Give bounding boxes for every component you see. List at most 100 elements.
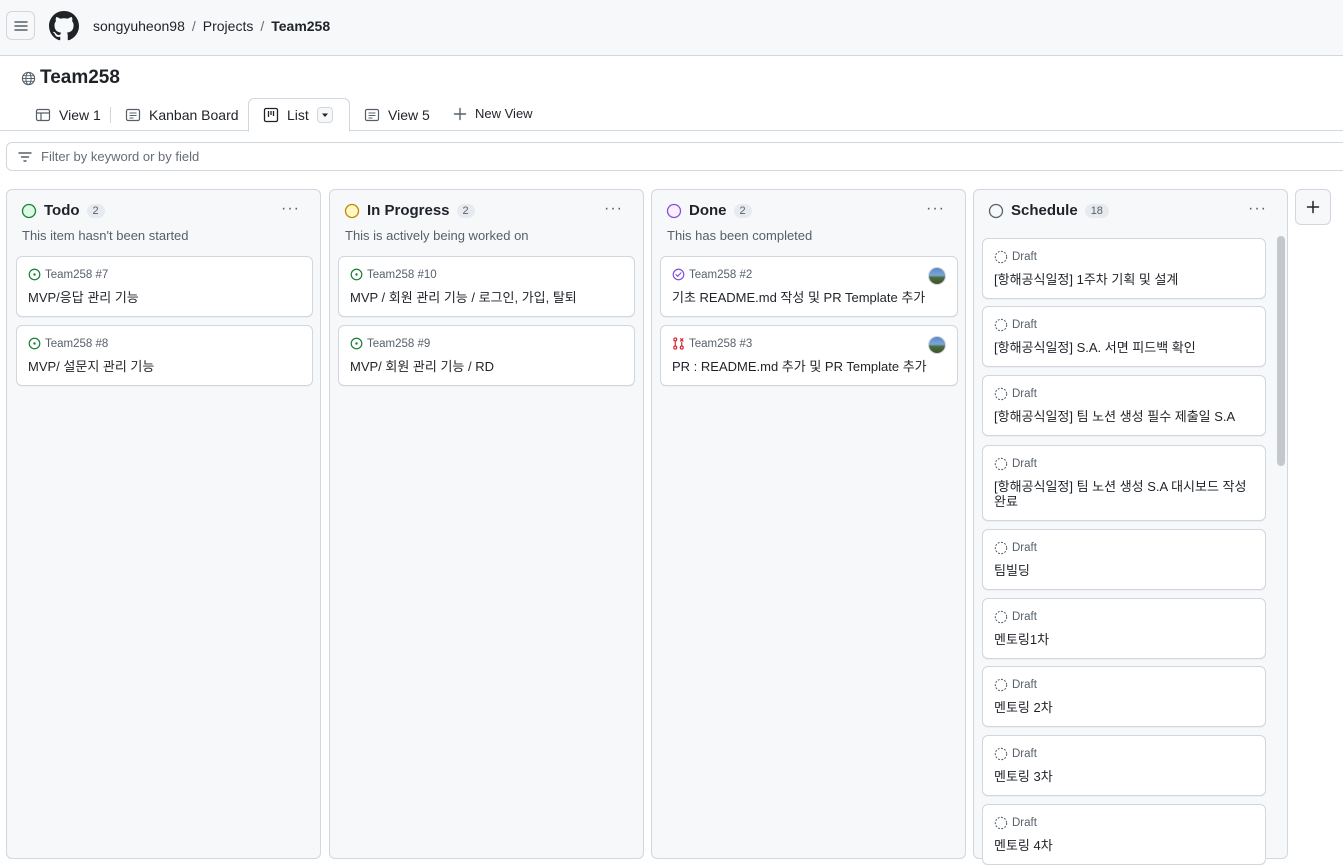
hamburger-menu-button[interactable] (6, 11, 35, 40)
draft-issue-icon (994, 250, 1008, 264)
plus-icon (453, 107, 467, 120)
card-ref: Draft (1012, 388, 1037, 400)
card-title[interactable]: MVP/ 설문지 관리 기능 (28, 359, 294, 374)
draft-card[interactable]: Draft [항해공식일정] 팀 노션 생성 필수 제출일 S.A (982, 375, 1266, 436)
card-title[interactable]: 멘토링 2차 (994, 700, 1247, 715)
card-meta: Draft (994, 318, 1037, 332)
draft-card[interactable]: Draft 멘토링1차 (982, 598, 1266, 659)
draft-issue-icon (994, 387, 1008, 401)
card-meta: Team258 #7 (28, 268, 108, 281)
hamburger-icon (13, 20, 28, 31)
draft-issue-icon (994, 678, 1008, 692)
column-options-button[interactable]: ··· (926, 200, 945, 218)
column-options-button[interactable]: ··· (281, 200, 300, 218)
card-title[interactable]: 기초 README.md 작성 및 PR Template 추가 (672, 290, 939, 305)
board-icon (364, 108, 380, 121)
card-title[interactable]: 멘토링 3차 (994, 769, 1247, 784)
open-issue-icon (28, 268, 41, 281)
column-description: This item hasn't been started (22, 228, 189, 243)
avatar[interactable] (928, 336, 946, 354)
column-options-button[interactable]: ··· (604, 200, 623, 218)
triangle-down-icon (321, 113, 328, 117)
issue-card[interactable]: Team258 #7 MVP/응답 관리 기능 (16, 256, 313, 317)
column-count: 2 (733, 203, 752, 218)
draft-card[interactable]: Draft 멘토링 4차 (982, 804, 1266, 865)
column-scrollbar[interactable] (1277, 236, 1285, 466)
avatar[interactable] (928, 267, 946, 285)
card-ref: Draft (1012, 611, 1037, 623)
top-header: songyuheon98 / Projects / Team258 (0, 0, 1343, 56)
open-issue-icon (350, 268, 363, 281)
breadcrumb-separator: / (260, 18, 265, 34)
card-title[interactable]: [항해공식일정] 팀 노션 생성 S.A 대시보드 작성 완료 (994, 479, 1247, 509)
column-name: Schedule (1011, 202, 1078, 219)
status-circle-icon (344, 203, 360, 218)
card-title[interactable]: [항해공식일정] S.A. 서면 피드백 확인 (994, 340, 1247, 355)
new-view-button[interactable]: New View (453, 97, 533, 130)
column-description: This is actively being worked on (345, 228, 529, 243)
card-title[interactable]: MVP/응답 관리 기능 (28, 290, 294, 305)
draft-card[interactable]: Draft 멘토링 2차 (982, 666, 1266, 727)
card-meta: Team258 #10 (350, 268, 437, 281)
card-title[interactable]: 멘토링1차 (994, 632, 1247, 647)
column-header: Todo 2 (21, 202, 105, 219)
draft-card[interactable]: Draft [항해공식일정] S.A. 서면 피드백 확인 (982, 306, 1266, 367)
breadcrumb-owner[interactable]: songyuheon98 (93, 18, 185, 34)
card-meta: Draft (994, 816, 1037, 830)
status-circle-icon (666, 203, 682, 218)
pull-request-closed-icon (673, 337, 684, 350)
card-meta: Team258 #2 (672, 268, 752, 281)
draft-card[interactable]: Draft 멘토링 3차 (982, 735, 1266, 796)
issue-card[interactable]: Team258 #2 기초 README.md 작성 및 PR Template… (660, 256, 958, 317)
card-title[interactable]: MVP / 회원 관리 기능 / 로그인, 가입, 탈퇴 (350, 290, 616, 305)
tab-view-5[interactable]: View 5 (364, 98, 430, 131)
status-circle-icon (21, 203, 37, 218)
table-icon (35, 108, 51, 121)
card-title[interactable]: PR : README.md 추가 및 PR Template 추가 (672, 359, 939, 374)
issue-card[interactable]: Team258 #9 MVP/ 회원 관리 기능 / RD (338, 325, 635, 386)
view-options-dropdown[interactable] (316, 107, 333, 123)
card-meta: Team258 #8 (28, 337, 108, 350)
draft-card[interactable]: Draft [항해공식일정] 팀 노션 생성 S.A 대시보드 작성 완료 (982, 445, 1266, 521)
breadcrumb-project[interactable]: Team258 (271, 18, 330, 34)
card-title[interactable]: 멘토링 4차 (994, 838, 1247, 853)
card-title[interactable]: [항해공식일정] 1주차 기획 및 설계 (994, 272, 1247, 287)
card-title[interactable]: MVP/ 회원 관리 기능 / RD (350, 359, 616, 374)
tab-view-1[interactable]: View 1 (35, 98, 101, 131)
card-title[interactable]: 팀빌딩 (994, 563, 1247, 578)
card-meta: Team258 #3 (672, 337, 752, 350)
card-ref: Draft (1012, 817, 1037, 829)
pull-request-card[interactable]: Team258 #3 PR : README.md 추가 및 PR Templa… (660, 325, 958, 386)
card-meta: Draft (994, 747, 1037, 761)
column-options-button[interactable]: ··· (1248, 200, 1267, 218)
column-description: This has been completed (667, 228, 813, 243)
draft-issue-icon (994, 747, 1008, 761)
tab-list[interactable]: List (248, 98, 350, 132)
column-header: In Progress 2 (344, 202, 475, 219)
plus-icon (1306, 200, 1320, 214)
draft-issue-icon (994, 541, 1008, 555)
add-column-button[interactable] (1295, 189, 1331, 225)
card-title[interactable]: [항해공식일정] 팀 노션 생성 필수 제출일 S.A (994, 409, 1247, 424)
card-ref: Team258 #8 (45, 337, 109, 350)
card-ref: Draft (1012, 748, 1037, 760)
breadcrumb: songyuheon98 / Projects / Team258 (93, 18, 330, 34)
github-logo-icon[interactable] (49, 11, 79, 41)
column-header: Done 2 (666, 202, 752, 219)
draft-card[interactable]: Draft [항해공식일정] 1주차 기획 및 설계 (982, 238, 1266, 299)
column-name: Done (689, 202, 727, 219)
draft-issue-icon (994, 816, 1008, 830)
filter-input[interactable]: Filter by keyword or by field (6, 142, 1343, 171)
tab-kanban-board[interactable]: Kanban Board (125, 98, 239, 131)
issue-card[interactable]: Team258 #10 MVP / 회원 관리 기능 / 로그인, 가입, 탈퇴 (338, 256, 635, 317)
draft-issue-icon (994, 318, 1008, 332)
column-schedule: Schedule 18 ··· Draft [항해공식일정] 1주차 기획 및 … (973, 189, 1288, 865)
breadcrumb-projects[interactable]: Projects (203, 18, 254, 34)
draft-issue-icon (994, 610, 1008, 624)
open-issue-icon (28, 337, 41, 350)
issue-card[interactable]: Team258 #8 MVP/ 설문지 관리 기능 (16, 325, 313, 386)
breadcrumb-separator: / (191, 18, 196, 34)
card-meta: Draft (994, 610, 1037, 624)
draft-card[interactable]: Draft 팀빌딩 (982, 529, 1266, 590)
column-name: In Progress (367, 202, 450, 219)
